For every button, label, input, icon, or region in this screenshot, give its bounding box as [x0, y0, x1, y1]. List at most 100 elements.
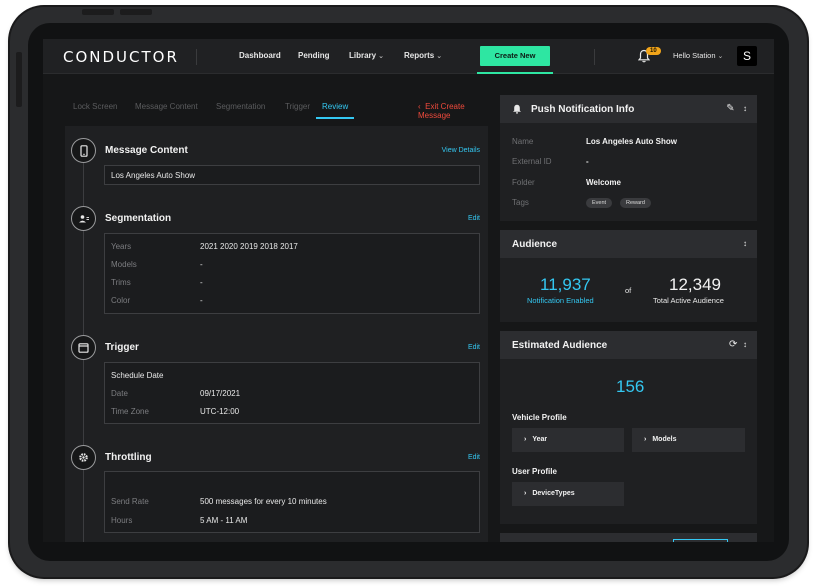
estimated-count: 156: [616, 377, 645, 396]
row-value: -: [200, 278, 203, 287]
enabled-label: Notification Enabled: [527, 296, 594, 305]
edit-trigger-link[interactable]: Edit: [468, 344, 480, 351]
section-title-message-content: Message Content: [105, 145, 188, 156]
refresh-icon[interactable]: ⟳: [729, 339, 737, 350]
row-label: Send Rate: [111, 497, 149, 506]
models-filter-button[interactable]: › Models: [632, 428, 745, 452]
edit-segmentation-link[interactable]: Edit: [468, 215, 480, 222]
active-tab-indicator: [316, 117, 354, 119]
user-profile-title: User Profile: [512, 467, 557, 476]
tab-message-content[interactable]: Message Content: [135, 102, 198, 111]
message-name-value: Los Angeles Auto Show: [111, 171, 196, 180]
notification-badge: 10: [646, 47, 661, 55]
phone-icon: [71, 138, 96, 163]
row-value: -: [200, 260, 203, 269]
step-tabs: Lock Screen Message Content Segmentation…: [65, 96, 488, 120]
info-label: Tags: [512, 198, 529, 207]
card-action-button[interactable]: [673, 539, 728, 542]
gear-icon: [71, 445, 96, 470]
section-title-throttling: Throttling: [105, 452, 152, 463]
total-label: Total Active Audience: [653, 296, 724, 305]
nav-link-library[interactable]: Library ⌄: [349, 51, 384, 60]
info-label: External ID: [512, 157, 552, 166]
throttling-box: Send Rate 500 messages for every 10 minu…: [104, 471, 480, 533]
trigger-box: Schedule Date Date 09/17/2021 Time Zone …: [104, 362, 480, 424]
audience-card: Audience ↕ 11,937 Notification Enabled o…: [500, 230, 757, 322]
tab-lock-screen[interactable]: Lock Screen: [73, 102, 117, 111]
of-label: of: [625, 286, 632, 295]
enabled-count: 11,937: [540, 275, 591, 294]
tag-chip: Reward: [620, 198, 651, 208]
total-count: 12,349: [669, 275, 721, 294]
info-label: Folder: [512, 178, 535, 187]
row-value: 5 AM - 11 AM: [200, 516, 248, 525]
tab-trigger[interactable]: Trigger: [285, 102, 310, 111]
exit-create-message-link[interactable]: ‹ Exit Create Message: [418, 102, 488, 120]
info-value: Welcome: [586, 178, 621, 187]
chevron-down-icon: ⌄: [717, 53, 724, 60]
calendar-icon: [71, 335, 96, 360]
avatar[interactable]: S: [737, 46, 757, 66]
row-label: Years: [111, 242, 132, 251]
device-button: [16, 52, 22, 107]
nav-link-reports[interactable]: Reports ⌄: [404, 51, 442, 60]
device-button: [120, 9, 152, 15]
tab-segmentation[interactable]: Segmentation: [216, 102, 265, 111]
tab-review[interactable]: Review: [322, 102, 348, 111]
message-content-box: Los Angeles Auto Show: [104, 165, 480, 185]
collapsed-card: [500, 533, 757, 542]
devicetypes-filter-button[interactable]: › DeviceTypes: [512, 482, 624, 506]
chevron-right-icon: ›: [524, 490, 527, 497]
year-filter-button[interactable]: › Year: [512, 428, 624, 452]
review-panel: Message Content View Details Los Angeles…: [65, 126, 488, 542]
pencil-icon[interactable]: ✎: [726, 103, 734, 114]
vehicle-profile-title: Vehicle Profile: [512, 413, 567, 422]
row-value: 09/17/2021: [200, 389, 241, 398]
section-title-trigger: Trigger: [105, 342, 139, 353]
edit-throttling-link[interactable]: Edit: [468, 454, 480, 461]
info-value: Los Angeles Auto Show: [586, 137, 677, 146]
schedule-heading: Schedule Date: [111, 371, 164, 380]
user-menu[interactable]: Hello Station ⌄: [673, 51, 723, 60]
chevron-down-icon: ⌄: [436, 53, 443, 60]
app-screen: CONDUCTOR Dashboard Pending Library ⌄ Rep…: [43, 39, 774, 542]
nav-divider: [594, 49, 595, 65]
top-nav: CONDUCTOR Dashboard Pending Library ⌄ Rep…: [43, 39, 774, 74]
create-new-button[interactable]: Create New: [480, 46, 550, 66]
logo[interactable]: CONDUCTOR: [63, 48, 179, 66]
nav-link-dashboard[interactable]: Dashboard: [239, 51, 281, 60]
device-button: [82, 9, 114, 15]
card-header: Audience ↕: [500, 230, 757, 258]
users-icon: [71, 206, 96, 231]
chevron-down-icon: ⌄: [378, 53, 384, 60]
chevron-right-icon: ›: [644, 436, 647, 443]
collapse-icon[interactable]: ↕: [743, 104, 747, 113]
estimated-audience-card: Estimated Audience ⟳ ↕ 156 Vehicle Profi…: [500, 331, 757, 524]
card-title: Estimated Audience: [512, 340, 608, 351]
collapse-icon[interactable]: ↕: [743, 239, 747, 248]
collapse-icon[interactable]: ↕: [743, 340, 747, 349]
view-details-link[interactable]: View Details: [442, 147, 480, 154]
row-label: Models: [111, 260, 137, 269]
nav-divider: [196, 49, 197, 65]
info-label: Name: [512, 137, 534, 146]
info-value: -: [586, 157, 589, 166]
active-indicator: [477, 72, 553, 74]
segmentation-box: Years 2021 2020 2019 2018 2017 Models - …: [104, 233, 480, 314]
nav-link-pending[interactable]: Pending: [298, 51, 330, 60]
row-label: Time Zone: [111, 407, 149, 416]
row-value: 2021 2020 2019 2018 2017: [200, 242, 298, 251]
section-title-segmentation: Segmentation: [105, 213, 172, 224]
card-header: Push Notification Info ✎ ↕: [500, 95, 757, 123]
row-value: 500 messages for every 10 minutes: [200, 497, 327, 506]
chevron-right-icon: ›: [524, 436, 527, 443]
tag-chip: Event: [586, 198, 613, 208]
bell-icon: [513, 104, 521, 114]
card-title: Audience: [512, 239, 558, 250]
row-value: UTC-12:00: [200, 407, 240, 416]
push-info-card: Push Notification Info ✎ ↕ Name Los Ange…: [500, 95, 757, 221]
row-label: Date: [111, 389, 128, 398]
row-label: Hours: [111, 516, 133, 525]
card-header: Estimated Audience ⟳ ↕: [500, 331, 757, 359]
row-value: -: [200, 296, 203, 305]
